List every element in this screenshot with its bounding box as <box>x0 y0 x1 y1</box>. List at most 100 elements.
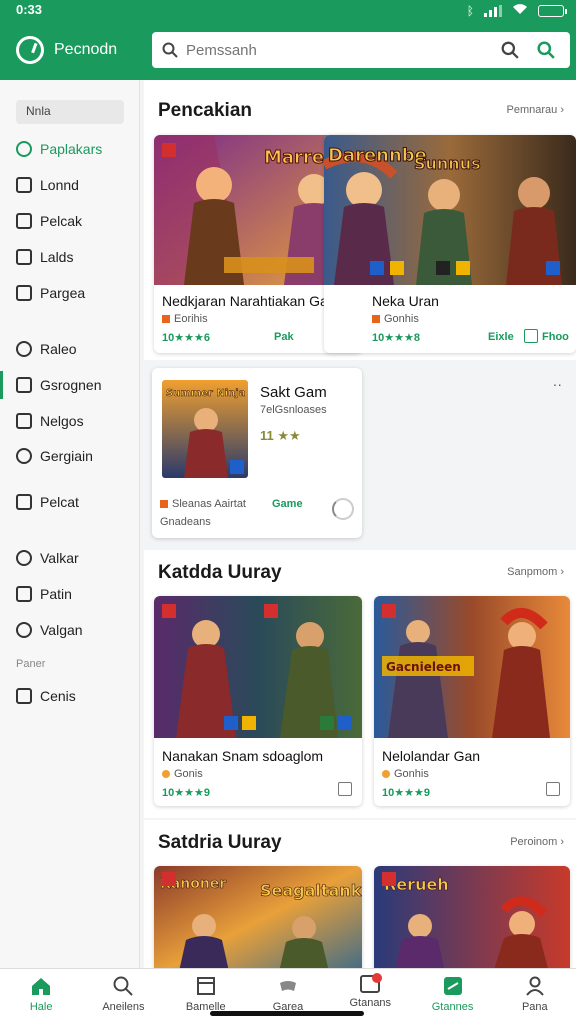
apps-icon <box>443 977 462 995</box>
game-card[interactable]: Gacnieleen Nelolandar Gan Gonhis 10★★★9 <box>374 596 570 806</box>
art-text: Summer Ninja <box>166 388 245 399</box>
nav-label: Aneilens <box>102 1001 145 1013</box>
box-icon <box>16 688 32 704</box>
status-icons: ᛒ <box>466 3 567 18</box>
section-pencakian: Pencakian Pemnarau › Marrek Nedkjaran Na… <box>144 80 576 360</box>
game-art: Rerueh <box>374 866 570 968</box>
notification-dot <box>372 973 383 983</box>
card-title: Nelolandar Gan <box>382 748 481 764</box>
signal-icon <box>484 4 502 17</box>
shield-icon <box>16 586 32 602</box>
app-logo-icon <box>16 36 44 64</box>
sidebar-item-nelgos[interactable]: Nelgos <box>16 409 84 433</box>
nav-label: Pana <box>521 1001 548 1013</box>
card-title: Nedkjaran Narahtiakan Garno <box>162 293 348 309</box>
voice-search-button[interactable] <box>532 36 560 64</box>
sidebar-item-pelcak[interactable]: Pelcak <box>16 209 82 233</box>
art-text: Seagaltank <box>260 881 362 900</box>
search-button[interactable] <box>496 36 524 64</box>
category-icon <box>372 315 380 323</box>
profile-icon <box>526 976 544 996</box>
sidebar-item-valkar[interactable]: Valkar <box>16 546 79 570</box>
sidebar-item-pargea[interactable]: Pargea <box>16 281 85 305</box>
sidebar-item-raleo[interactable]: Raleo <box>16 337 77 361</box>
square-icon <box>16 413 32 429</box>
category-icon <box>160 500 168 508</box>
status-bar: 0:33 ᛒ <box>0 0 576 22</box>
game-card[interactable]: Ranoner Seagaltank <box>154 866 362 968</box>
sidebar-item-label: Paplakars <box>40 141 103 157</box>
page-icon <box>16 285 32 301</box>
sidebar-item-label: Gergiain <box>40 448 93 464</box>
game-card-featured[interactable]: Summer Ninja Sakt Gam 7elGsnloases 11 ★★… <box>152 368 362 538</box>
circle-icon <box>16 448 32 464</box>
game-art: Summer Ninja <box>162 380 248 478</box>
game-art <box>154 596 362 738</box>
nav-label: Gtannes <box>431 1001 474 1013</box>
sidebar-item-paplakars[interactable]: Paplakars <box>16 137 102 161</box>
clock-icon <box>16 341 32 357</box>
section-more-link[interactable]: Sanpmom › <box>507 566 564 578</box>
sidebar-item-gsrognen[interactable]: Gsrognen <box>16 373 101 397</box>
section-satdria-uuray: Satdria Uuray Peroinom › Ranoner Seagalt… <box>144 820 576 968</box>
card-category: Gonis <box>174 768 203 780</box>
home-icon <box>32 978 51 995</box>
section-featured: Summer Ninja Sakt Gam 7elGsnloases 11 ★★… <box>144 362 576 548</box>
bluetooth-icon: ᛒ <box>466 3 474 18</box>
game-card[interactable]: Darennbe Sunnus Neka Uran Gonhis 10★★★8 … <box>324 135 576 353</box>
game-card[interactable]: Rerueh <box>374 866 570 968</box>
game-card[interactable]: Nanakan Snam sdoaglom Gonis 10★★★9 <box>154 596 362 806</box>
nav-item-home[interactable]: Hale <box>0 969 82 1024</box>
card-sub: Sleanas Aairtat <box>160 498 246 510</box>
home-indicator <box>210 1011 364 1016</box>
sidebar-item-cenis[interactable]: Cenis <box>16 684 76 708</box>
category-icon <box>162 315 170 323</box>
section-more-link[interactable]: Peroinom › <box>510 836 564 848</box>
sidebar-item-gergiain[interactable]: Gergiain <box>16 444 93 468</box>
notifications-icon <box>360 973 383 993</box>
game-art: Darennbe Sunnus <box>324 135 576 285</box>
sidebar-item-label: Lonnd <box>40 177 79 193</box>
sidebar-item-label: Patin <box>40 586 72 602</box>
card-rating: 11 ★★ <box>260 428 301 443</box>
bookmark-icon[interactable] <box>338 782 352 796</box>
sidebar-item-label: Lalds <box>40 249 74 265</box>
search-bar[interactable] <box>152 32 570 68</box>
library-icon <box>196 977 215 995</box>
app-name: Pecnodn <box>54 41 118 58</box>
bookmark-icon[interactable] <box>546 782 560 796</box>
sidebar-item-label: Pelcat <box>40 494 79 510</box>
search-icon <box>113 976 134 996</box>
section-katdda-uuray: Katdda Uuray Sanpmom › Nanakan Snam sdoa… <box>144 550 576 818</box>
tag-icon <box>16 550 32 566</box>
sidebar-section-label: Paner <box>16 658 46 670</box>
nav-item-apps[interactable]: Gtannes <box>411 969 493 1024</box>
more-options-icon[interactable]: ·· <box>553 376 562 392</box>
compass-icon <box>16 141 32 157</box>
loading-spinner-icon <box>332 498 354 520</box>
book-icon <box>16 213 32 229</box>
nav-item-search[interactable]: Aneilens <box>82 969 164 1024</box>
card-sub: 7elGsnloases <box>260 404 327 416</box>
section-more-link[interactable]: Pemnarau › <box>507 104 564 116</box>
card-extra: Gnadeans <box>160 516 211 528</box>
star-icon <box>162 770 170 778</box>
bookmark-icon[interactable] <box>524 329 538 343</box>
sidebar-filter[interactable]: Nnla <box>16 100 124 124</box>
card-title: Sakt Gam <box>260 384 327 401</box>
sidebar-selection-rail <box>0 371 3 399</box>
sidebar-item-lonnd[interactable]: Lonnd <box>16 173 79 197</box>
sidebar-item-patin[interactable]: Patin <box>16 582 72 606</box>
nav-label: Gtanans <box>349 997 392 1009</box>
card-rating: 10★★★9 <box>162 787 210 799</box>
nav-item-profile[interactable]: Pana <box>494 969 576 1024</box>
app-brand[interactable]: Pecnodn <box>16 36 117 64</box>
search-input[interactable] <box>186 41 488 59</box>
sidebar-item-lalds[interactable]: Lalds <box>16 245 73 269</box>
library-icon <box>16 177 32 193</box>
sidebar-item-valgan[interactable]: Valgan <box>16 618 83 642</box>
sidebar-item-pelcat[interactable]: Pelcat <box>16 490 79 514</box>
card-title: Nanakan Snam sdoaglom <box>162 748 324 764</box>
card-title: Neka Uran <box>372 293 439 309</box>
battery-icon <box>538 4 567 17</box>
